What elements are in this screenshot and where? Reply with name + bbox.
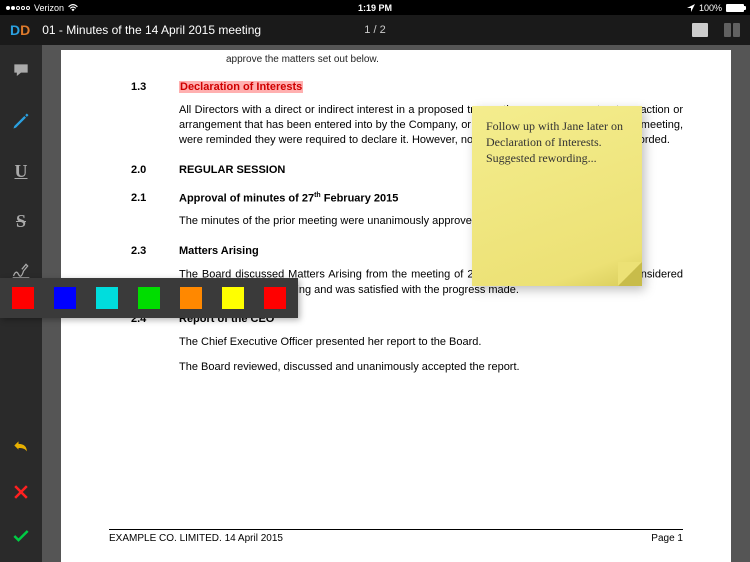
sticky-text: Follow up with Jane later on Declaration… xyxy=(486,119,623,165)
ios-status-bar: Verizon 1:19 PM 100% xyxy=(0,0,750,15)
battery-icon xyxy=(726,4,744,12)
highlight: Declaration of Interests xyxy=(179,81,303,93)
sec-title: Approval of minutes of 27th February 201… xyxy=(179,192,398,205)
pen-tool[interactable] xyxy=(9,109,33,133)
footer-left: EXAMPLE CO. LIMITED. 14 April 2015 xyxy=(109,533,283,544)
comment-tool[interactable] xyxy=(9,59,33,83)
status-time: 1:19 PM xyxy=(358,3,392,13)
body-text: The Board reviewed, discussed and unanim… xyxy=(179,360,683,375)
color-swatch-yellow[interactable] xyxy=(222,287,244,309)
footer-page-num: Page 1 xyxy=(651,533,683,544)
page-indicator: 1 / 2 xyxy=(364,24,385,36)
body-text: The Chief Executive Officer presented he… xyxy=(179,335,683,350)
color-swatch-red2[interactable] xyxy=(264,287,286,309)
cancel-button[interactable] xyxy=(9,480,33,504)
toolbar-actions xyxy=(9,436,33,562)
color-palette xyxy=(0,278,298,318)
section-1-3: 1.3 Declaration of Interests xyxy=(131,81,683,93)
logo-letter-1: D xyxy=(10,22,20,38)
check-icon xyxy=(11,526,31,546)
sec-title: REGULAR SESSION xyxy=(179,164,285,176)
location-icon xyxy=(687,4,695,12)
truncated-line: approve the matters set out below. xyxy=(131,50,683,65)
sec-num: 2.0 xyxy=(131,164,179,176)
close-icon xyxy=(11,482,31,502)
sticky-note[interactable]: Follow up with Jane later on Declaration… xyxy=(472,106,642,286)
sec-num: 2.3 xyxy=(131,245,179,257)
strikethrough-tool[interactable]: S xyxy=(9,209,33,233)
page-footer: EXAMPLE CO. LIMITED. 14 April 2015 Page … xyxy=(109,529,683,544)
header-view-controls xyxy=(692,23,740,37)
sec-num: 2.1 xyxy=(131,192,179,205)
double-page-view-icon[interactable] xyxy=(724,23,740,37)
app-logo[interactable]: D D xyxy=(10,22,30,38)
signal-icon xyxy=(6,6,30,10)
undo-icon xyxy=(11,438,31,458)
single-page-view-icon[interactable] xyxy=(692,23,708,37)
logo-letter-2: D xyxy=(20,22,30,38)
status-left: Verizon xyxy=(6,3,78,13)
color-swatch-red[interactable] xyxy=(12,287,34,309)
app-header: D D 01 - Minutes of the 14 April 2015 me… xyxy=(0,15,750,45)
underline-tool[interactable]: U xyxy=(9,159,33,183)
undo-button[interactable] xyxy=(9,436,33,460)
status-right: 100% xyxy=(687,3,744,13)
battery-percent: 100% xyxy=(699,3,722,13)
color-swatch-cyan[interactable] xyxy=(96,287,118,309)
confirm-button[interactable] xyxy=(9,524,33,548)
sec-num: 1.3 xyxy=(131,81,179,93)
color-swatch-green[interactable] xyxy=(138,287,160,309)
pencil-icon xyxy=(11,111,31,131)
carrier-label: Verizon xyxy=(34,3,64,13)
color-swatch-orange[interactable] xyxy=(180,287,202,309)
wifi-icon xyxy=(68,4,78,12)
speech-bubble-icon xyxy=(11,61,31,81)
sec-title: Declaration of Interests xyxy=(179,81,303,93)
sec-title: Matters Arising xyxy=(179,245,259,257)
color-swatch-blue[interactable] xyxy=(54,287,76,309)
